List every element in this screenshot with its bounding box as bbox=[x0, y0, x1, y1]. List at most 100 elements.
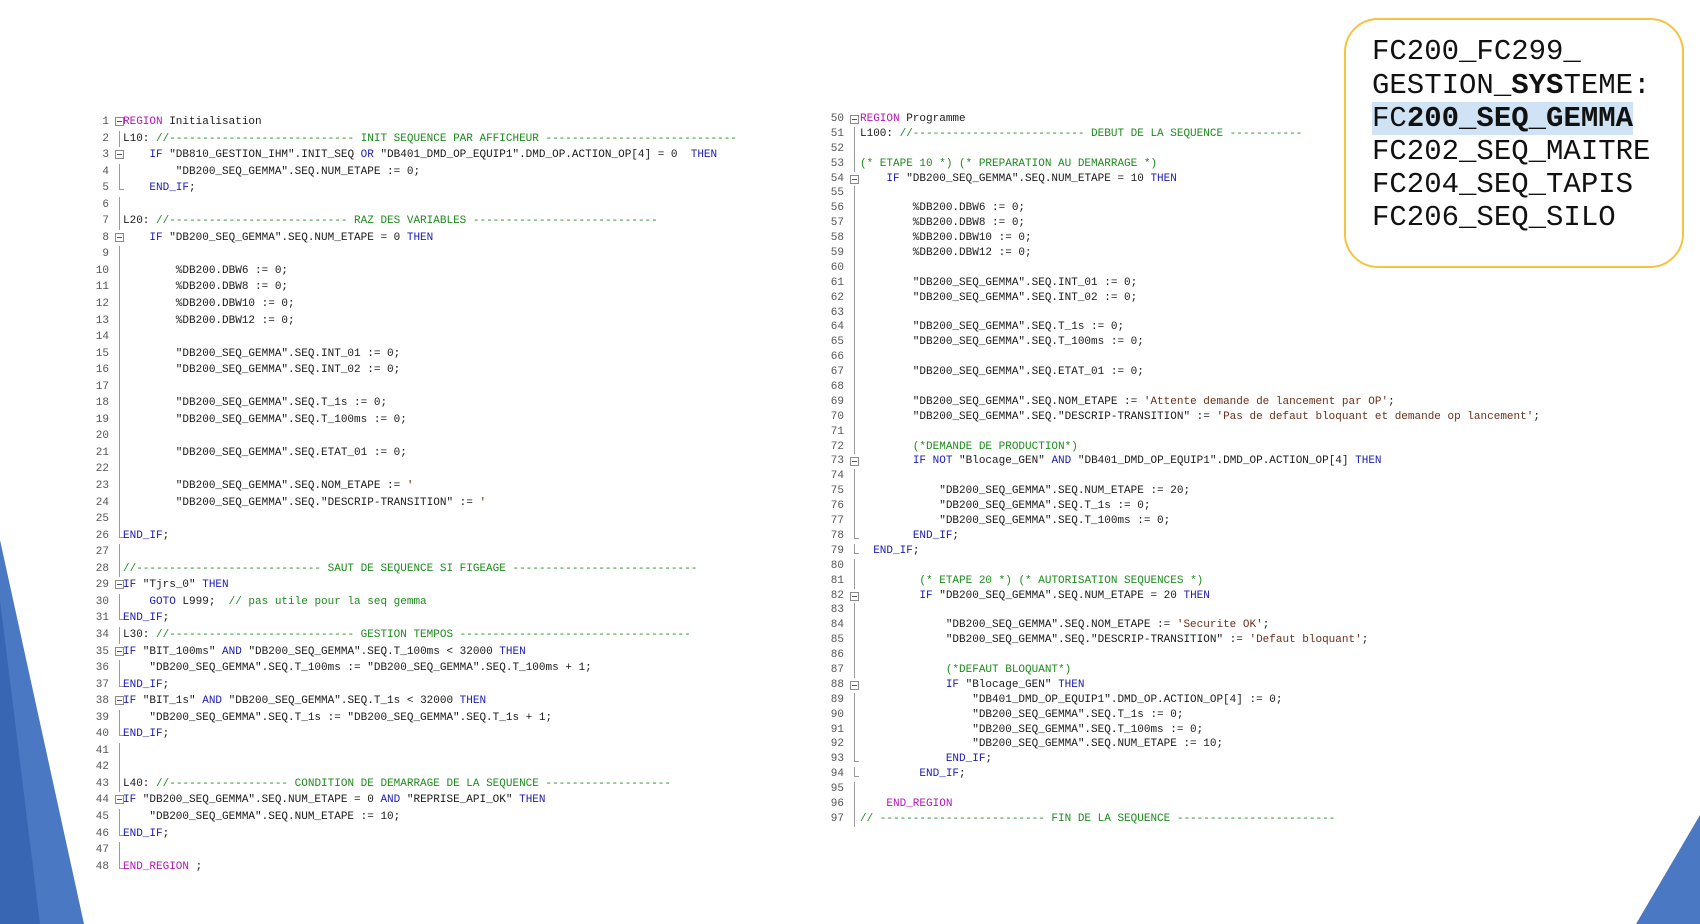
code-token: ; bbox=[959, 768, 966, 781]
fold-guide bbox=[115, 246, 124, 263]
code-line: 96 END_REGION bbox=[820, 796, 1620, 812]
code-text: IF "DB200_SEQ_GEMMA".SEQ.NUM_ETAPE = 0 T… bbox=[123, 230, 433, 247]
fold-guide bbox=[850, 573, 859, 589]
code-token: ; bbox=[189, 860, 203, 873]
code-token: ; bbox=[952, 529, 960, 542]
fold-toggle-icon[interactable] bbox=[850, 172, 859, 187]
code-text: END_IF; bbox=[123, 726, 169, 743]
code-line: 4 "DB200_SEQ_GEMMA".SEQ.NUM_ETAPE := 0; bbox=[85, 163, 805, 181]
code-token: "DB200_SEQ_GEMMA".SEQ.T_1s := 0; bbox=[123, 397, 388, 410]
line-number: 40 bbox=[95, 728, 109, 741]
callout-line: GESTION_SYSTEME: bbox=[1372, 68, 1650, 103]
code-text: IF "BIT_1s" AND "DB200_SEQ_GEMMA".SEQ.T_… bbox=[123, 693, 486, 710]
code-token: AND bbox=[222, 645, 242, 658]
callout-line: FC200_SEQ_GEMMA bbox=[1372, 101, 1634, 136]
code-text: "DB200_SEQ_GEMMA".SEQ.T_1s := 0; bbox=[860, 499, 1150, 514]
code-text: "DB200_SEQ_GEMMA".SEQ.T_1s := 0; bbox=[860, 320, 1124, 335]
code-token: "Tjrs_0" bbox=[136, 579, 203, 592]
code-token: ' bbox=[479, 496, 487, 509]
code-text: %DB200.DBW8 := 0; bbox=[860, 216, 1025, 231]
code-token: ; bbox=[912, 544, 920, 557]
fold-guide bbox=[850, 811, 859, 827]
code-text: "DB200_SEQ_GEMMA".SEQ.T_100ms := 0; bbox=[860, 335, 1144, 350]
code-text: IF "Blocage_GEN" THEN bbox=[860, 678, 1085, 693]
code-line: 34 L30: //---------------------------- GE… bbox=[85, 626, 805, 644]
fold-guide bbox=[850, 424, 859, 440]
code-token: IF bbox=[123, 695, 137, 708]
code-token: "DB200_SEQ_GEMMA".SEQ.T_100ms < 32000 bbox=[241, 645, 500, 658]
fold-toggle-icon[interactable] bbox=[850, 589, 859, 604]
code-text: L20: //--------------------------- RAZ D… bbox=[123, 213, 658, 230]
code-token: "DB200_SEQ_GEMMA".SEQ.NUM_ETAPE := 10; bbox=[860, 738, 1224, 751]
line-number: 26 bbox=[95, 529, 109, 542]
code-token: END_IF bbox=[123, 612, 163, 625]
code-text: GOTO L999; // pas utile pour la seq gemm… bbox=[123, 594, 426, 611]
code-text: "DB200_SEQ_GEMMA".SEQ.ETAT_01 := 0; bbox=[123, 445, 407, 462]
code-line: 3 IF "DB810_GESTION_IHM".INIT_SEQ OR "DB… bbox=[85, 147, 805, 164]
code-line: 94 END_IF; bbox=[820, 767, 1620, 782]
code-text: END_IF; bbox=[123, 677, 169, 694]
line-number: 92 bbox=[830, 738, 844, 751]
line-number: 67 bbox=[830, 366, 844, 379]
fold-toggle-icon[interactable] bbox=[850, 678, 859, 693]
code-token: THEN bbox=[1183, 589, 1210, 602]
code-token: L100: bbox=[860, 127, 900, 140]
code-token: 'Pas de defaut bloquant et demande op la… bbox=[1216, 410, 1534, 423]
code-line: 5 END_IF; bbox=[85, 180, 805, 197]
callout-text: FC200_FC299_ bbox=[1372, 35, 1581, 68]
code-line: 1 REGION Initialisation bbox=[85, 114, 805, 131]
fold-guide bbox=[850, 439, 859, 455]
code-token: THEN bbox=[690, 149, 718, 162]
fold-guide bbox=[850, 618, 859, 634]
line-number: 71 bbox=[830, 425, 844, 438]
code-token: //---------------------------- GESTION T… bbox=[156, 628, 691, 641]
code-line: 28 //---------------------------- SAUT DE… bbox=[85, 560, 805, 578]
code-text: "DB200_SEQ_GEMMA".SEQ.INT_02 := 0; bbox=[860, 291, 1137, 306]
fold-guide bbox=[850, 737, 859, 753]
line-number: 69 bbox=[830, 395, 844, 408]
code-token: AND bbox=[1051, 455, 1072, 468]
code-token: "DB401_DMD_OP_EQUIP1".DMD_OP.ACTION_OP[4… bbox=[373, 149, 691, 162]
line-number: 61 bbox=[830, 276, 844, 289]
code-token: IF bbox=[149, 231, 163, 244]
code-text: IF "BIT_100ms" AND "DB200_SEQ_GEMMA".SEQ… bbox=[123, 644, 526, 661]
fold-guide bbox=[850, 767, 859, 782]
fold-guide bbox=[850, 201, 859, 217]
code-text: "DB200_SEQ_GEMMA".SEQ.INT_01 := 0; bbox=[860, 276, 1137, 291]
code-text: IF "DB200_SEQ_GEMMA".SEQ.NUM_ETAPE = 0 A… bbox=[123, 792, 546, 809]
line-number: 18 bbox=[95, 397, 109, 410]
line-number: 78 bbox=[830, 529, 844, 542]
line-number: 81 bbox=[830, 574, 844, 587]
code-token: "DB200_SEQ_GEMMA".SEQ.NUM_ETAPE := 20; bbox=[860, 485, 1191, 498]
code-line: 86 bbox=[820, 648, 1620, 663]
fold-guide bbox=[850, 141, 859, 157]
callout-text-bold: SYS bbox=[1511, 69, 1564, 102]
code-token: "DB200_SEQ_GEMMA".SEQ.NUM_ETAPE := 0; bbox=[123, 165, 421, 178]
fold-guide bbox=[115, 742, 124, 760]
code-token: //-------------------------- DEBUT DE LA… bbox=[899, 127, 1303, 140]
code-line: 36 "DB200_SEQ_GEMMA".SEQ.T_100ms := "DB2… bbox=[85, 660, 805, 677]
code-line: 48 END_REGION ; bbox=[85, 858, 805, 876]
fold-toggle-icon[interactable] bbox=[850, 112, 859, 127]
code-token: "REPRISE_API_OK" bbox=[400, 794, 520, 807]
code-line: 6 bbox=[85, 196, 805, 214]
fold-guide bbox=[850, 409, 859, 425]
line-number: 44 bbox=[95, 794, 109, 807]
line-number: 1 bbox=[102, 116, 109, 128]
code-text: END_IF; bbox=[123, 826, 169, 843]
line-number: 22 bbox=[95, 463, 109, 476]
line-number: 3 bbox=[102, 149, 109, 162]
code-line: 9 bbox=[85, 246, 805, 263]
fold-guide bbox=[850, 514, 859, 529]
fold-toggle-icon[interactable] bbox=[850, 454, 859, 469]
code-text: //---------------------------- SAUT DE S… bbox=[123, 561, 697, 578]
code-line: 93 END_IF; bbox=[820, 752, 1620, 767]
fold-guide bbox=[850, 260, 859, 276]
fold-guide bbox=[850, 484, 859, 500]
line-number: 17 bbox=[95, 380, 109, 393]
callout-line: FC200_FC299_ bbox=[1372, 34, 1581, 69]
code-line: 37 END_IF; bbox=[85, 676, 805, 694]
code-text: L30: //---------------------------- GEST… bbox=[123, 627, 691, 644]
